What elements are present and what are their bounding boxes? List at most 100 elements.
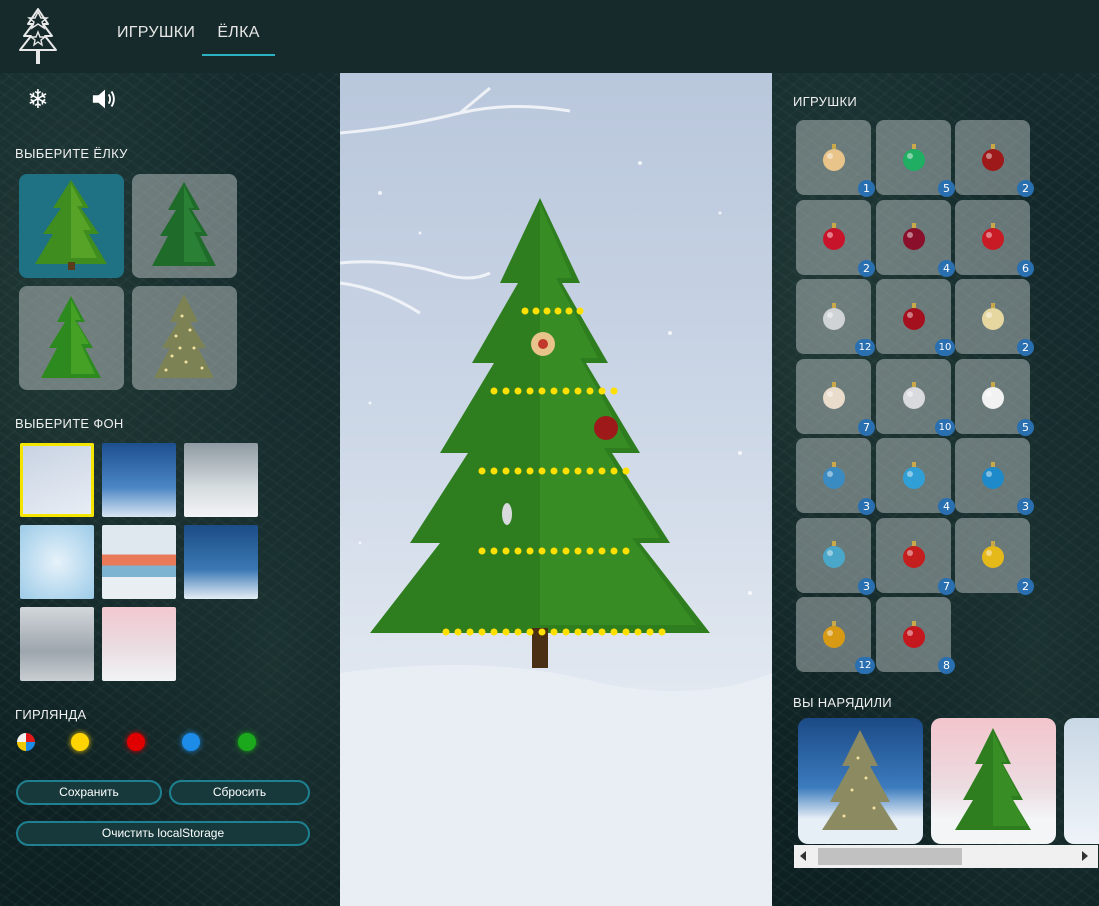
garland-title: ГИРЛЯНДА bbox=[15, 707, 87, 722]
nav-tree[interactable]: ЁЛКА bbox=[202, 24, 275, 56]
scroll-thumb[interactable] bbox=[818, 848, 962, 865]
toy-cell[interactable]: 5 bbox=[955, 358, 1034, 436]
tree-scene[interactable] bbox=[340, 73, 772, 906]
save-button[interactable]: Сохранить bbox=[16, 780, 162, 805]
toy-count-badge: 5 bbox=[938, 180, 955, 197]
toy-cell[interactable]: 3 bbox=[955, 438, 1034, 515]
scroll-left-icon[interactable] bbox=[800, 851, 806, 861]
toy-count-badge: 8 bbox=[938, 657, 955, 674]
saved-tree-icon bbox=[955, 728, 1031, 830]
choose-bg-title: ВЫБЕРИТЕ ФОН bbox=[15, 416, 124, 431]
toy-cell[interactable]: 6 bbox=[955, 199, 1034, 277]
scroll-right-icon[interactable] bbox=[1082, 851, 1088, 861]
placed-red-ornament[interactable] bbox=[594, 416, 618, 440]
tree-option-4[interactable] bbox=[132, 286, 237, 390]
clear-storage-button[interactable]: Очистить localStorage bbox=[16, 821, 310, 846]
blue-ball-icon bbox=[822, 461, 845, 489]
background-option-8[interactable] bbox=[102, 607, 176, 681]
toy-count-badge: 3 bbox=[1017, 498, 1034, 515]
red-ball-icon bbox=[902, 302, 925, 330]
toy-count-badge: 2 bbox=[1017, 339, 1034, 356]
toy-cell[interactable]: 2 bbox=[955, 279, 1034, 356]
gold-bow-icon bbox=[981, 541, 1004, 568]
tree-option-2[interactable] bbox=[132, 174, 237, 278]
toy-count-badge: 7 bbox=[858, 418, 875, 436]
background-option-7[interactable] bbox=[20, 607, 94, 681]
reset-button[interactable]: Сбросить bbox=[169, 780, 310, 805]
golden-tree-icon bbox=[154, 294, 214, 378]
toy-cell[interactable]: 2 bbox=[796, 199, 875, 277]
toy-count-badge: 6 bbox=[1017, 259, 1034, 277]
toy-count-badge: 2 bbox=[1017, 180, 1034, 197]
saved-tree-icon bbox=[822, 730, 898, 830]
pine-tree-icon bbox=[152, 182, 216, 266]
snowflake-icon[interactable]: ❄ bbox=[24, 84, 52, 114]
dressed-tree-2[interactable] bbox=[931, 718, 1056, 844]
dressed-tree-1[interactable] bbox=[798, 718, 923, 844]
garland-red-button[interactable] bbox=[127, 733, 145, 751]
toy-cell[interactable]: 4 bbox=[876, 438, 955, 515]
blue-bell-icon bbox=[981, 461, 1004, 489]
toy-cell[interactable]: 7 bbox=[876, 517, 955, 595]
tree-logo-icon[interactable] bbox=[14, 6, 62, 66]
gold-star-ball-icon bbox=[822, 143, 845, 171]
pine-tree-icon bbox=[41, 296, 101, 378]
pine-tree-icon bbox=[35, 180, 107, 270]
nav-toys[interactable]: ИГРУШКИ bbox=[117, 24, 195, 42]
toy-cell[interactable]: 7 bbox=[796, 358, 875, 436]
toy-count-badge: 10 bbox=[935, 339, 955, 356]
toy-cell[interactable]: 3 bbox=[796, 438, 875, 515]
toy-count-badge: 5 bbox=[1017, 418, 1034, 436]
grapes-icon bbox=[902, 223, 925, 250]
toy-cell[interactable]: 10 bbox=[876, 358, 955, 436]
toy-cell[interactable]: 2 bbox=[955, 517, 1034, 595]
toy-cell[interactable]: 2 bbox=[955, 120, 1034, 197]
background-option-4[interactable] bbox=[20, 525, 94, 599]
toy-cell[interactable]: 1 bbox=[796, 120, 875, 197]
speaker-icon[interactable] bbox=[91, 86, 119, 112]
red-white-drop-icon bbox=[822, 223, 845, 250]
garland-multicolor-button[interactable] bbox=[17, 733, 35, 751]
toy-count-badge: 2 bbox=[858, 259, 875, 277]
background-option-3[interactable] bbox=[184, 443, 258, 517]
toy-count-badge: 4 bbox=[938, 259, 955, 277]
silver-ring-icon bbox=[822, 302, 845, 330]
santa-icon bbox=[902, 541, 925, 568]
garland-blue-button[interactable] bbox=[182, 733, 200, 751]
red-ball-icon bbox=[981, 223, 1004, 250]
blue-drop-icon bbox=[822, 541, 845, 568]
silver-icicle-icon bbox=[902, 382, 925, 409]
green-ball-icon bbox=[902, 143, 925, 171]
toy-cell[interactable]: 10 bbox=[876, 279, 955, 356]
tree-option-1[interactable] bbox=[19, 174, 124, 278]
background-option-2[interactable] bbox=[102, 443, 176, 517]
toy-cell[interactable]: 3 bbox=[796, 517, 875, 595]
dressed-title: ВЫ НАРЯДИЛИ bbox=[793, 695, 892, 710]
background-option-1[interactable] bbox=[20, 443, 94, 517]
blue-ball-icon bbox=[902, 461, 925, 489]
toy-count-badge: 4 bbox=[938, 498, 955, 515]
toy-cell[interactable]: 5 bbox=[876, 120, 955, 197]
background-option-5[interactable] bbox=[102, 525, 176, 599]
toy-count-badge: 7 bbox=[938, 577, 955, 595]
placed-icicle-ornament[interactable] bbox=[502, 503, 512, 525]
garland-yellow-button[interactable] bbox=[71, 733, 89, 751]
toy-count-badge: 1 bbox=[858, 180, 875, 197]
toys-title: ИГРУШКИ bbox=[793, 94, 857, 109]
garland-green-button[interactable] bbox=[238, 733, 256, 751]
white-ball-icon bbox=[981, 382, 1004, 409]
choose-tree-title: ВЫБЕРИТЕ ЁЛКУ bbox=[15, 146, 128, 161]
toy-cell[interactable]: 8 bbox=[876, 597, 955, 674]
background-option-6[interactable] bbox=[184, 525, 258, 599]
dressed-tree-3[interactable] bbox=[1064, 718, 1099, 844]
toy-count-badge: 3 bbox=[858, 577, 875, 595]
header: ИГРУШКИ ЁЛКА bbox=[0, 0, 1099, 73]
tree-option-3[interactable] bbox=[19, 286, 124, 390]
horizontal-scrollbar[interactable] bbox=[794, 845, 1098, 868]
toy-count-badge: 10 bbox=[935, 418, 955, 436]
toy-count-badge: 12 bbox=[855, 339, 875, 356]
toy-cell[interactable]: 12 bbox=[796, 597, 875, 674]
toy-cell[interactable]: 12 bbox=[796, 279, 875, 356]
toy-cell[interactable]: 4 bbox=[876, 199, 955, 277]
red-ball-icon bbox=[981, 143, 1004, 171]
